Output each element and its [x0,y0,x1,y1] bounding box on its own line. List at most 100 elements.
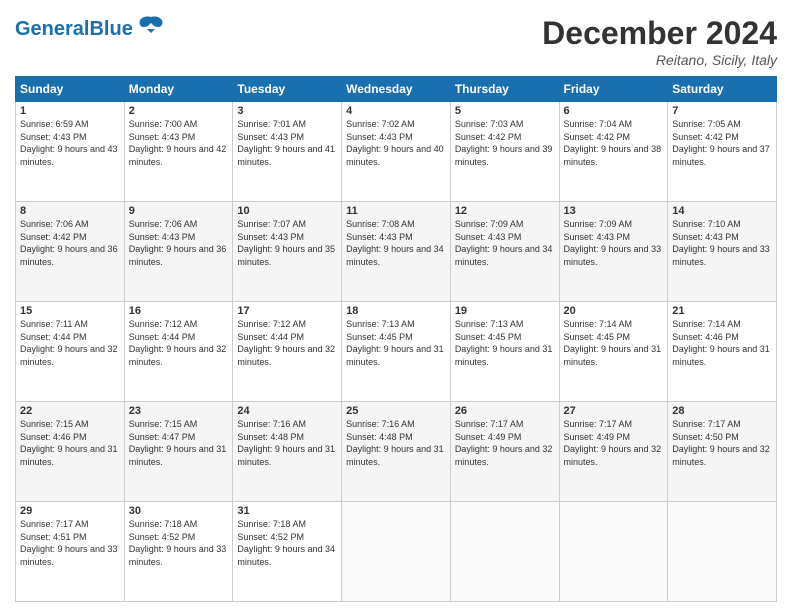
day-info: Sunrise: 7:07 AMSunset: 4:43 PMDaylight:… [237,219,335,267]
table-row: 31 Sunrise: 7:18 AMSunset: 4:52 PMDayligh… [233,502,342,602]
table-row: 24Sunrise: 7:16 AMSunset: 4:48 PMDayligh… [233,402,342,502]
col-header-saturday: Saturday [668,77,777,102]
day-info: Sunrise: 7:02 AMSunset: 4:43 PMDaylight:… [346,119,444,167]
day-number: 4 [346,105,446,117]
day-info: Sunrise: 7:17 AMSunset: 4:49 PMDaylight:… [455,419,553,467]
calendar-header-row: Sunday Monday Tuesday Wednesday Thursday… [16,77,777,102]
day-number: 10 [237,205,337,217]
day-number: 2 [129,105,229,117]
day-info: Sunrise: 7:08 AMSunset: 4:43 PMDaylight:… [346,219,444,267]
logo: GeneralBlue [15,15,165,43]
day-info: Sunrise: 7:05 AMSunset: 4:42 PMDaylight:… [672,119,770,167]
table-row: 11 Sunrise: 7:08 AMSunset: 4:43 PMDayligh… [342,202,451,302]
day-number: 17 [237,305,337,317]
day-info: Sunrise: 7:04 AMSunset: 4:42 PMDaylight:… [564,119,662,167]
day-info: Sunrise: 7:03 AMSunset: 4:42 PMDaylight:… [455,119,553,167]
table-row: 8 Sunrise: 7:06 AMSunset: 4:42 PMDaylight… [16,202,125,302]
day-number: 31 [237,505,337,517]
day-number: 13 [564,205,664,217]
calendar-table: Sunday Monday Tuesday Wednesday Thursday… [15,76,777,602]
table-row: 25 Sunrise: 7:16 AMSunset: 4:48 PMDayligh… [342,402,451,502]
table-row [559,502,668,602]
calendar-week-row: 15 Sunrise: 7:11 AMSunset: 4:44 PMDayligh… [16,302,777,402]
calendar-week-row: 8 Sunrise: 7:06 AMSunset: 4:42 PMDaylight… [16,202,777,302]
day-number: 3 [237,105,337,117]
day-info: Sunrise: 7:14 AMSunset: 4:45 PMDaylight:… [564,319,662,367]
col-header-wednesday: Wednesday [342,77,451,102]
logo-text: GeneralBlue [15,18,133,41]
day-info: Sunrise: 7:17 AMSunset: 4:51 PMDaylight:… [20,519,118,567]
table-row [342,502,451,602]
calendar-week-row: 1 Sunrise: 6:59 AMSunset: 4:43 PMDaylight… [16,102,777,202]
col-header-sunday: Sunday [16,77,125,102]
table-row: 2 Sunrise: 7:00 AMSunset: 4:43 PMDaylight… [124,102,233,202]
table-row: 12Sunrise: 7:09 AMSunset: 4:43 PMDayligh… [450,202,559,302]
header: GeneralBlue December 2024 Reitano, Sicil… [15,15,777,68]
col-header-tuesday: Tuesday [233,77,342,102]
table-row: 20 Sunrise: 7:14 AMSunset: 4:45 PMDayligh… [559,302,668,402]
day-number: 1 [20,105,120,117]
table-row: 13 Sunrise: 7:09 AMSunset: 4:43 PMDayligh… [559,202,668,302]
day-number: 11 [346,205,446,217]
day-number: 5 [455,105,555,117]
day-number: 18 [346,305,446,317]
table-row: 6 Sunrise: 7:04 AMSunset: 4:42 PMDaylight… [559,102,668,202]
table-row: 21 Sunrise: 7:14 AMSunset: 4:46 PMDayligh… [668,302,777,402]
table-row: 1 Sunrise: 6:59 AMSunset: 4:43 PMDaylight… [16,102,125,202]
day-number: 26 [455,405,555,417]
day-number: 12 [455,205,555,217]
day-info: Sunrise: 7:09 AMSunset: 4:43 PMDaylight:… [564,219,662,267]
table-row: 27Sunrise: 7:17 AMSunset: 4:49 PMDayligh… [559,402,668,502]
day-info: Sunrise: 7:16 AMSunset: 4:48 PMDaylight:… [346,419,444,467]
day-info: Sunrise: 7:11 AMSunset: 4:44 PMDaylight:… [20,319,118,367]
logo-general: General [15,18,89,40]
calendar-body: 1 Sunrise: 6:59 AMSunset: 4:43 PMDaylight… [16,102,777,602]
day-number: 7 [672,105,772,117]
day-number: 21 [672,305,772,317]
day-info: Sunrise: 6:59 AMSunset: 4:43 PMDaylight:… [20,119,118,167]
day-number: 22 [20,405,120,417]
day-info: Sunrise: 7:13 AMSunset: 4:45 PMDaylight:… [346,319,444,367]
day-number: 20 [564,305,664,317]
table-row: 7 Sunrise: 7:05 AMSunset: 4:42 PMDaylight… [668,102,777,202]
calendar-week-row: 29 Sunrise: 7:17 AMSunset: 4:51 PMDayligh… [16,502,777,602]
day-info: Sunrise: 7:13 AMSunset: 4:45 PMDaylight:… [455,319,553,367]
day-number: 6 [564,105,664,117]
day-info: Sunrise: 7:17 AMSunset: 4:50 PMDaylight:… [672,419,770,467]
month-title: December 2024 [542,15,777,52]
day-number: 19 [455,305,555,317]
col-header-monday: Monday [124,77,233,102]
table-row: 22Sunrise: 7:15 AMSunset: 4:46 PMDayligh… [16,402,125,502]
table-row: 16 Sunrise: 7:12 AMSunset: 4:44 PMDayligh… [124,302,233,402]
day-info: Sunrise: 7:12 AMSunset: 4:44 PMDaylight:… [129,319,227,367]
table-row: 18 Sunrise: 7:13 AMSunset: 4:45 PMDayligh… [342,302,451,402]
location: Reitano, Sicily, Italy [542,52,777,68]
table-row: 30Sunrise: 7:18 AMSunset: 4:52 PMDayligh… [124,502,233,602]
table-row [450,502,559,602]
col-header-thursday: Thursday [450,77,559,102]
day-number: 16 [129,305,229,317]
table-row: 3 Sunrise: 7:01 AMSunset: 4:43 PMDaylight… [233,102,342,202]
day-number: 25 [346,405,446,417]
day-info: Sunrise: 7:00 AMSunset: 4:43 PMDaylight:… [129,119,227,167]
table-row: 26 Sunrise: 7:17 AMSunset: 4:49 PMDayligh… [450,402,559,502]
day-number: 23 [129,405,229,417]
day-info: Sunrise: 7:06 AMSunset: 4:42 PMDaylight:… [20,219,118,267]
day-number: 15 [20,305,120,317]
table-row [668,502,777,602]
table-row: 15 Sunrise: 7:11 AMSunset: 4:44 PMDayligh… [16,302,125,402]
day-number: 14 [672,205,772,217]
day-number: 27 [564,405,664,417]
day-info: Sunrise: 7:01 AMSunset: 4:43 PMDaylight:… [237,119,335,167]
page-container: GeneralBlue December 2024 Reitano, Sicil… [0,0,792,612]
day-number: 24 [237,405,337,417]
day-info: Sunrise: 7:14 AMSunset: 4:46 PMDaylight:… [672,319,770,367]
day-info: Sunrise: 7:18 AMSunset: 4:52 PMDaylight:… [129,519,227,567]
table-row: 29 Sunrise: 7:17 AMSunset: 4:51 PMDayligh… [16,502,125,602]
day-number: 28 [672,405,772,417]
day-info: Sunrise: 7:18 AMSunset: 4:52 PMDaylight:… [237,519,335,567]
title-section: December 2024 Reitano, Sicily, Italy [542,15,777,68]
day-number: 8 [20,205,120,217]
day-number: 29 [20,505,120,517]
logo-blue: Blue [89,18,132,40]
